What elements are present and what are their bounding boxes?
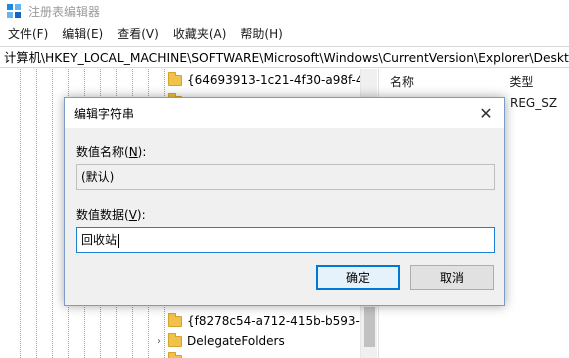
- menu-file[interactable]: 文件(F): [0, 24, 55, 44]
- tree-item-label: DelegateFolders: [187, 334, 285, 348]
- tree-guide-line: [36, 69, 37, 358]
- folder-icon: [168, 351, 182, 358]
- value-data-label-text: 数值数据(: [76, 208, 129, 222]
- value-name-label-suffix: ):: [137, 145, 147, 159]
- folder-icon: [168, 71, 182, 86]
- ok-button[interactable]: 确定: [316, 265, 400, 290]
- value-type: REG_SZ: [510, 96, 558, 110]
- close-icon[interactable]: ✕: [476, 103, 496, 123]
- menu-bar: 文件(F) 编辑(E) 查看(V) 收藏夹(A) 帮助(H): [0, 24, 290, 44]
- edit-string-dialog: 编辑字符串 ✕ 数值名称(N): (默认) 数值数据(V): 回收站 确定 取消: [64, 97, 505, 306]
- value-data-accesskey: V: [128, 208, 137, 222]
- dialog-title: 编辑字符串: [74, 106, 135, 121]
- dialog-titlebar: 编辑字符串: [65, 98, 504, 128]
- address-bar[interactable]: 计算机\HKEY_LOCAL_MACHINE\SOFTWARE\Microsof…: [0, 46, 569, 68]
- tree-item[interactable]: › DelegateFolders: [154, 331, 285, 351]
- menu-favorites[interactable]: 收藏夹(A): [166, 24, 234, 44]
- column-header-type[interactable]: 类型: [509, 73, 569, 90]
- folder-icon: [168, 312, 182, 327]
- registry-editor-icon: [7, 4, 21, 18]
- tree-item[interactable]: {64693913-1c21-4f30-a98f-4e: [168, 70, 371, 90]
- value-name-label-text: 数值名称(: [76, 145, 129, 159]
- menu-help[interactable]: 帮助(H): [233, 24, 289, 44]
- window-title: 注册表编辑器: [28, 4, 101, 19]
- tree-guide-line: [52, 69, 53, 358]
- value-data-label: 数值数据(V):: [76, 206, 146, 223]
- value-data-input[interactable]: 回收站: [76, 227, 495, 253]
- column-header-name[interactable]: 名称: [386, 73, 509, 90]
- menu-edit[interactable]: 编辑(E): [55, 24, 110, 44]
- tree-item[interactable]: {f8278c54-a712-415b-b593-b7: [168, 311, 375, 331]
- value-name-label: 数值名称(N):: [76, 143, 146, 160]
- tree-item-label: {64693913-1c21-4f30-a98f-4e: [187, 73, 371, 87]
- tree-item[interactable]: [168, 350, 187, 358]
- value-list-header: 名称 类型: [386, 70, 569, 92]
- value-data-label-suffix: ):: [136, 208, 146, 222]
- text-caret: [118, 233, 120, 248]
- value-data-text: 回收站: [81, 233, 118, 247]
- chevron-right-icon[interactable]: ›: [154, 336, 164, 347]
- tree-item-label: {f8278c54-a712-415b-b593-b7: [187, 314, 376, 328]
- menu-view[interactable]: 查看(V): [110, 24, 166, 44]
- scrollbar-thumb[interactable]: [364, 307, 375, 347]
- cancel-button[interactable]: 取消: [410, 265, 494, 290]
- tree-guide-line: [20, 69, 21, 358]
- folder-icon: [168, 332, 182, 347]
- value-name-field: (默认): [76, 164, 495, 190]
- window-titlebar: 注册表编辑器: [0, 0, 569, 22]
- value-name-accesskey: N: [128, 145, 138, 159]
